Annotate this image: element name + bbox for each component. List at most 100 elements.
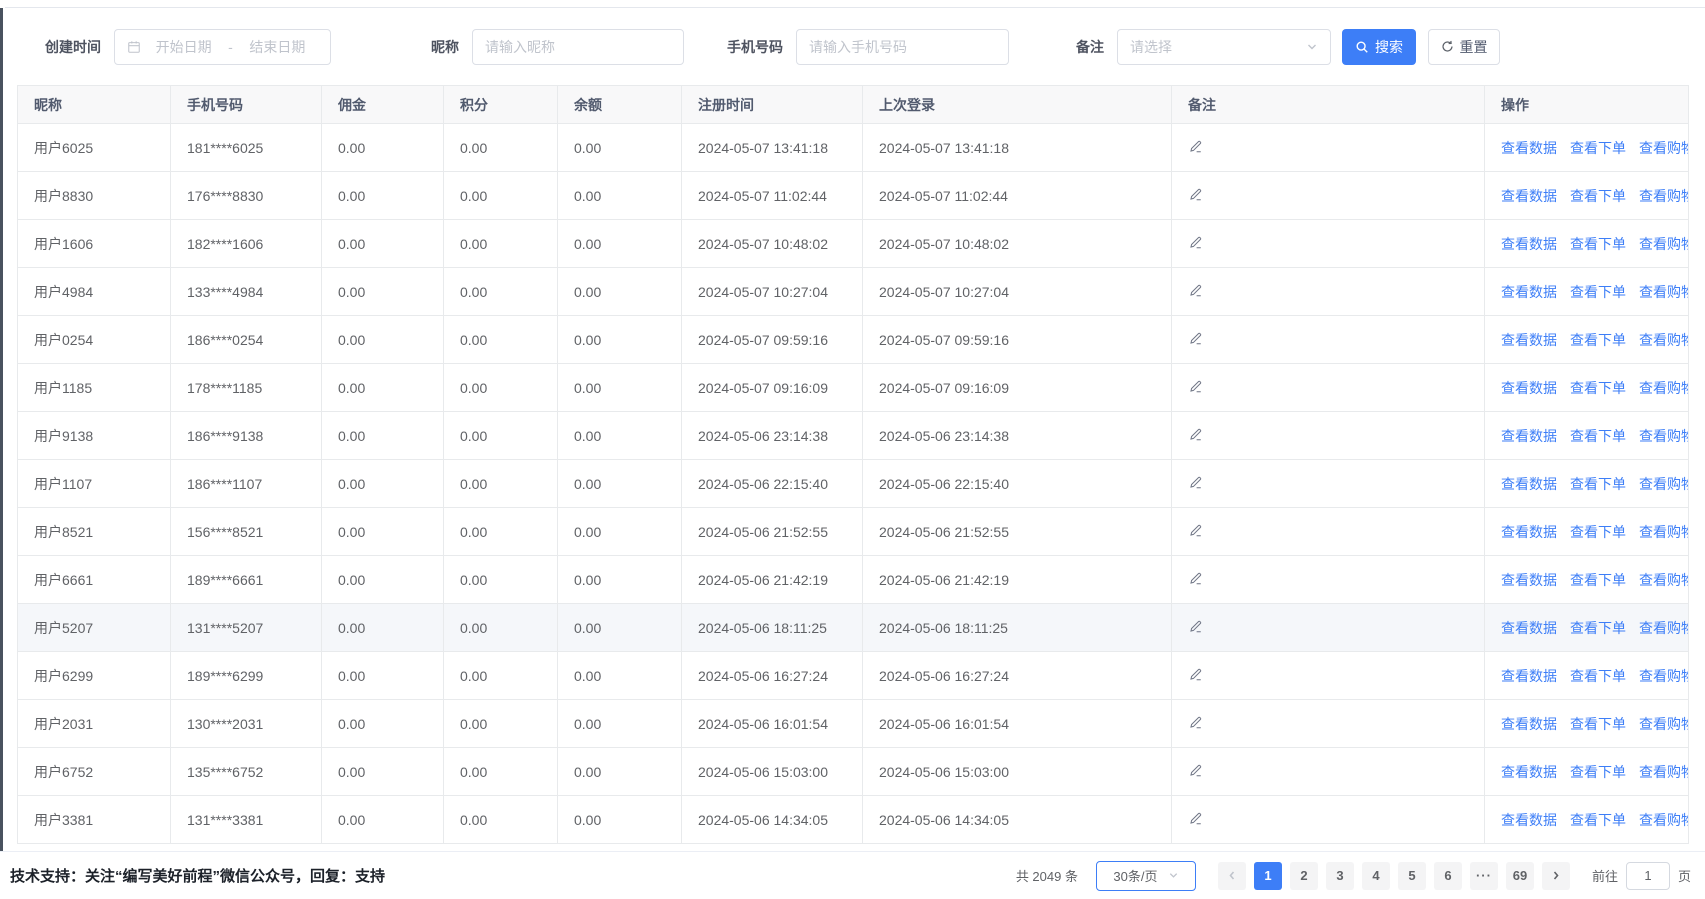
view-cart-link[interactable]: 查看购物车: [1639, 620, 1689, 636]
view-order-link[interactable]: 查看下单: [1570, 572, 1626, 588]
date-range-picker[interactable]: 开始日期 - 结束日期: [114, 29, 331, 65]
reset-button[interactable]: 重置: [1428, 29, 1500, 65]
view-data-link[interactable]: 查看数据: [1501, 188, 1557, 204]
pager-next-button[interactable]: [1542, 862, 1570, 890]
cell-phone: 176****8830: [171, 172, 322, 220]
view-order-link[interactable]: 查看下单: [1570, 380, 1626, 396]
view-cart-link[interactable]: 查看购物车: [1639, 476, 1689, 492]
phone-label: 手机号码: [727, 37, 783, 57]
cell-points: 0.00: [444, 172, 558, 220]
view-cart-link[interactable]: 查看购物车: [1639, 668, 1689, 684]
view-data-link[interactable]: 查看数据: [1501, 572, 1557, 588]
remark-select[interactable]: 请选择: [1117, 29, 1331, 65]
pager-page-6[interactable]: 6: [1434, 862, 1462, 890]
cell-balance: 0.00: [558, 700, 682, 748]
nickname-input[interactable]: [472, 29, 684, 65]
view-data-link[interactable]: 查看数据: [1501, 380, 1557, 396]
view-cart-link[interactable]: 查看购物车: [1639, 380, 1689, 396]
view-order-link[interactable]: 查看下单: [1570, 140, 1626, 156]
cell-points: 0.00: [444, 220, 558, 268]
view-data-link[interactable]: 查看数据: [1501, 716, 1557, 732]
view-order-link[interactable]: 查看下单: [1570, 620, 1626, 636]
view-order-link[interactable]: 查看下单: [1570, 332, 1626, 348]
view-cart-link[interactable]: 查看购物车: [1639, 428, 1689, 444]
view-order-link[interactable]: 查看下单: [1570, 716, 1626, 732]
edit-remark-button[interactable]: [1188, 283, 1203, 298]
view-order-link[interactable]: 查看下单: [1570, 188, 1626, 204]
view-data-link[interactable]: 查看数据: [1501, 332, 1557, 348]
view-order-link[interactable]: 查看下单: [1570, 236, 1626, 252]
view-cart-link[interactable]: 查看购物车: [1639, 188, 1689, 204]
search-button[interactable]: 搜索: [1342, 29, 1416, 65]
edit-remark-button[interactable]: [1188, 619, 1203, 634]
edit-remark-button[interactable]: [1188, 715, 1203, 730]
cell-register-time: 2024-05-07 10:48:02: [682, 220, 863, 268]
view-data-link[interactable]: 查看数据: [1501, 524, 1557, 540]
view-data-link[interactable]: 查看数据: [1501, 764, 1557, 780]
edit-pencil-icon: [1188, 523, 1203, 538]
view-order-link[interactable]: 查看下单: [1570, 764, 1626, 780]
phone-input[interactable]: [796, 29, 1009, 65]
cell-remark: [1172, 364, 1485, 412]
edit-remark-button[interactable]: [1188, 331, 1203, 346]
cell-commission: 0.00: [322, 460, 444, 508]
view-data-link[interactable]: 查看数据: [1501, 668, 1557, 684]
start-date-placeholder[interactable]: 开始日期: [143, 37, 224, 57]
view-cart-link[interactable]: 查看购物车: [1639, 332, 1689, 348]
cell-remark: [1172, 652, 1485, 700]
view-order-link[interactable]: 查看下单: [1570, 524, 1626, 540]
view-data-link[interactable]: 查看数据: [1501, 284, 1557, 300]
pager-ellipsis[interactable]: ···: [1470, 862, 1498, 890]
view-cart-link[interactable]: 查看购物车: [1639, 812, 1689, 828]
cell-register-time: 2024-05-06 22:15:40: [682, 460, 863, 508]
edit-remark-button[interactable]: [1188, 523, 1203, 538]
pager-page-4[interactable]: 4: [1362, 862, 1390, 890]
view-cart-link[interactable]: 查看购物车: [1639, 716, 1689, 732]
table-row: 用户2031130****20310.000.000.002024-05-06 …: [18, 700, 1689, 748]
view-cart-link[interactable]: 查看购物车: [1639, 284, 1689, 300]
view-order-link[interactable]: 查看下单: [1570, 476, 1626, 492]
view-data-link[interactable]: 查看数据: [1501, 620, 1557, 636]
end-date-placeholder[interactable]: 结束日期: [237, 37, 318, 57]
edit-remark-button[interactable]: [1188, 571, 1203, 586]
col-header-remark: 备注: [1172, 86, 1485, 124]
goto-page-input[interactable]: [1626, 862, 1670, 890]
edit-remark-button[interactable]: [1188, 811, 1203, 826]
view-order-link[interactable]: 查看下单: [1570, 668, 1626, 684]
page-size-select[interactable]: 30条/页: [1096, 861, 1196, 891]
cell-remark: [1172, 316, 1485, 364]
cell-nickname: 用户8830: [18, 172, 171, 220]
pager-page-5[interactable]: 5: [1398, 862, 1426, 890]
view-data-link[interactable]: 查看数据: [1501, 428, 1557, 444]
view-cart-link[interactable]: 查看购物车: [1639, 524, 1689, 540]
edit-remark-button[interactable]: [1188, 235, 1203, 250]
view-data-link[interactable]: 查看数据: [1501, 812, 1557, 828]
view-cart-link[interactable]: 查看购物车: [1639, 764, 1689, 780]
edit-remark-button[interactable]: [1188, 187, 1203, 202]
edit-remark-button[interactable]: [1188, 379, 1203, 394]
view-data-link[interactable]: 查看数据: [1501, 236, 1557, 252]
view-data-link[interactable]: 查看数据: [1501, 140, 1557, 156]
view-cart-link[interactable]: 查看购物车: [1639, 572, 1689, 588]
cell-commission: 0.00: [322, 700, 444, 748]
edit-remark-button[interactable]: [1188, 139, 1203, 154]
pager-page-69[interactable]: 69: [1506, 862, 1534, 890]
cell-last-login: 2024-05-06 15:03:00: [863, 748, 1172, 796]
pager-page-2[interactable]: 2: [1290, 862, 1318, 890]
view-data-link[interactable]: 查看数据: [1501, 476, 1557, 492]
pager-page-1[interactable]: 1: [1254, 862, 1282, 890]
view-order-link[interactable]: 查看下单: [1570, 428, 1626, 444]
view-order-link[interactable]: 查看下单: [1570, 284, 1626, 300]
cell-commission: 0.00: [322, 796, 444, 844]
edit-remark-button[interactable]: [1188, 427, 1203, 442]
cell-nickname: 用户0254: [18, 316, 171, 364]
pager-prev-button[interactable]: [1218, 862, 1246, 890]
view-cart-link[interactable]: 查看购物车: [1639, 236, 1689, 252]
edit-remark-button[interactable]: [1188, 763, 1203, 778]
edit-remark-button[interactable]: [1188, 475, 1203, 490]
view-cart-link[interactable]: 查看购物车: [1639, 140, 1689, 156]
view-order-link[interactable]: 查看下单: [1570, 812, 1626, 828]
edit-remark-button[interactable]: [1188, 667, 1203, 682]
remark-label: 备注: [1076, 37, 1104, 57]
pager-page-3[interactable]: 3: [1326, 862, 1354, 890]
